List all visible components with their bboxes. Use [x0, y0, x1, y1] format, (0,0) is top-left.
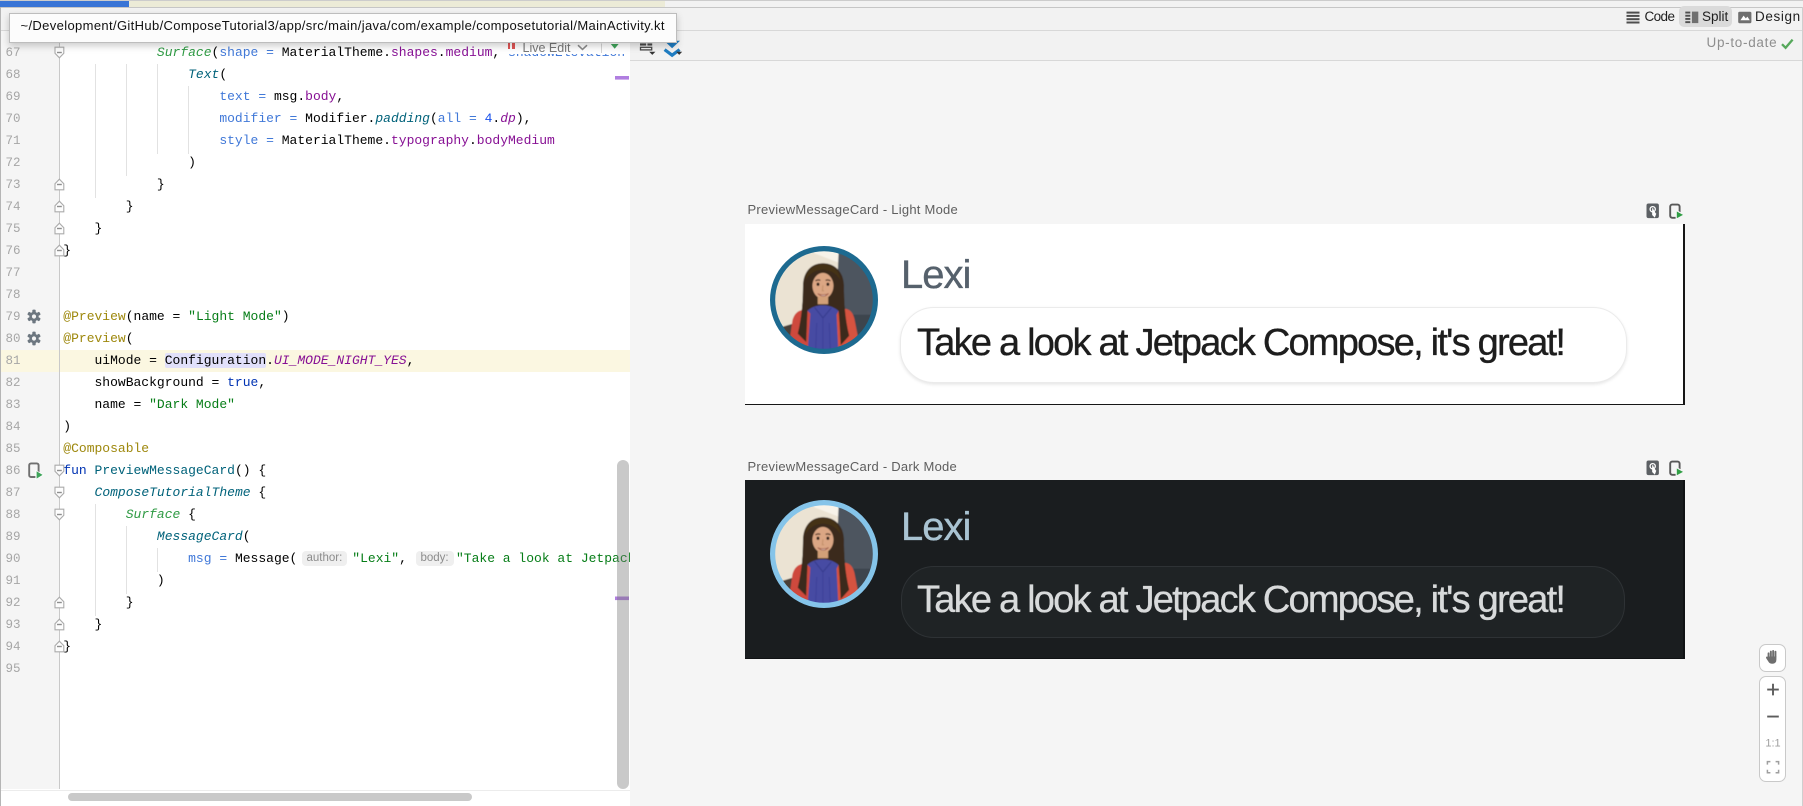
svg-text:1:1: 1:1 — [1765, 737, 1780, 749]
